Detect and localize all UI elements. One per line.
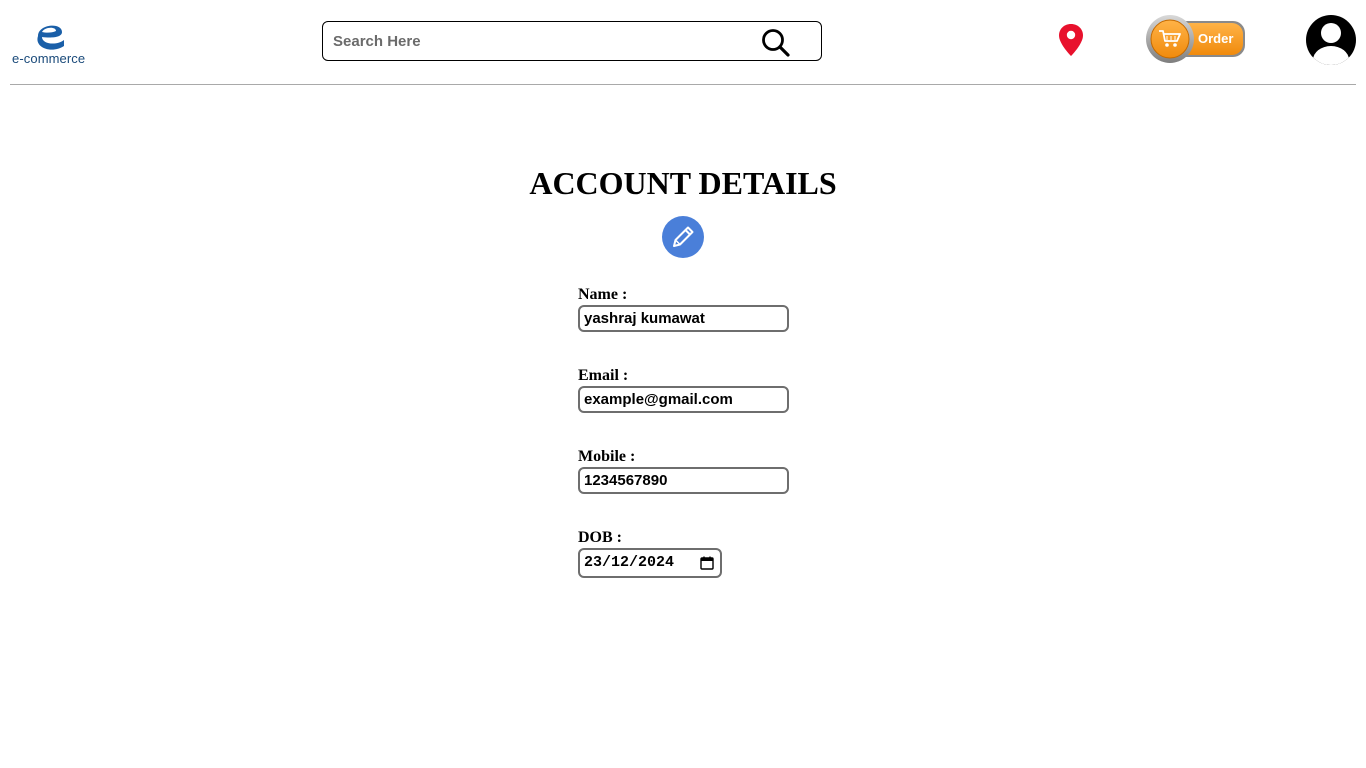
email-input[interactable]: [578, 386, 789, 413]
order-button[interactable]: Order: [1145, 14, 1247, 64]
shopping-cart-icon: [1159, 30, 1181, 47]
pencil-icon: [673, 226, 694, 247]
search-bar: [322, 21, 822, 61]
mobile-label: Mobile :: [578, 448, 636, 465]
mobile-input[interactable]: [578, 467, 789, 494]
dob-field-group: DOB : 23/12/2024: [578, 528, 722, 578]
edit-button[interactable]: [662, 216, 704, 258]
name-field-group: Name :: [578, 285, 789, 332]
header: e-commerce Search Here Order: [10, 0, 1356, 85]
location-pin-icon[interactable]: [1059, 24, 1083, 56]
calendar-icon[interactable]: [700, 556, 714, 570]
email-label: Email :: [578, 367, 629, 384]
search-icon[interactable]: [761, 28, 791, 58]
dob-value: 23/12/2024: [584, 554, 675, 571]
page-title: ACCOUNT DETAILS: [529, 165, 837, 201]
user-avatar-icon[interactable]: [1305, 14, 1357, 66]
email-field-group: Email :: [578, 366, 789, 413]
e-logo-icon: [37, 25, 64, 50]
order-label: Order: [1198, 31, 1234, 46]
logo-text: e-commerce: [12, 51, 86, 66]
name-label: Name :: [578, 286, 628, 303]
dob-input[interactable]: 23/12/2024: [578, 548, 722, 578]
mobile-field-group: Mobile :: [578, 447, 789, 494]
name-input[interactable]: [578, 305, 789, 332]
site-logo[interactable]: e-commerce: [12, 16, 92, 66]
dob-label: DOB :: [578, 529, 622, 546]
search-input[interactable]: [333, 22, 753, 60]
